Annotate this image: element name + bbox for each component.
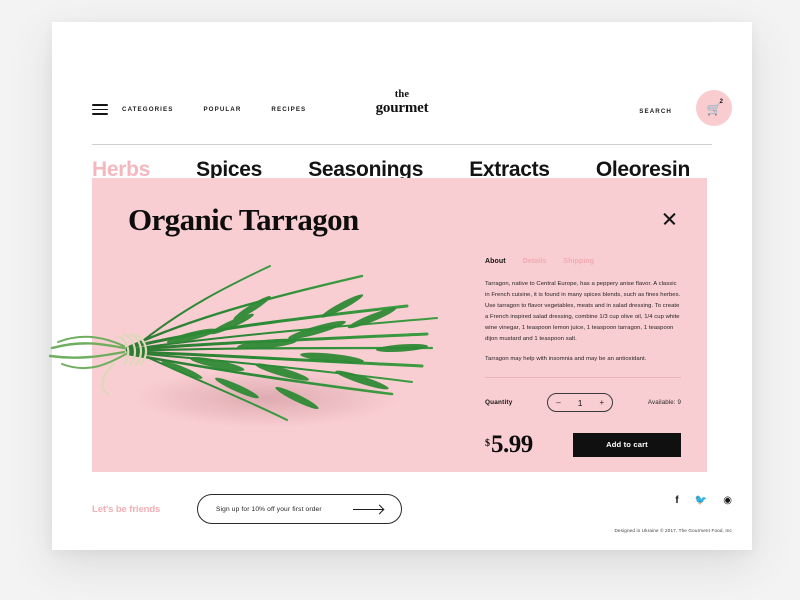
header-divider [92, 144, 712, 145]
social-links: 𝐟 🐦 ◉ [675, 496, 732, 506]
product-panel: Organic Tarragon About Details Shipping … [48, 178, 707, 472]
description-paragraph: Tarragon may help with insomnia and may … [485, 355, 647, 362]
product-page-card: CATEGORIES POPULAR RECIPES the gourmet S… [48, 22, 752, 550]
copyright-text: Designed in Ukraine © 2017, The Gourment… [614, 528, 732, 533]
quantity-label: Quantity [485, 399, 513, 407]
description-paragraph: Tarragon, native to Central Europe, has … [485, 281, 681, 342]
search-button[interactable]: SEARCH [639, 108, 672, 115]
tab-about[interactable]: About [485, 258, 506, 265]
quantity-increment-button[interactable]: + [600, 398, 605, 407]
quantity-decrement-button[interactable]: – [556, 398, 560, 407]
cart-button[interactable]: 🛒 2 [696, 90, 732, 126]
quantity-row: Quantity – 1 + Available: 9 [485, 393, 681, 413]
quantity-value: 1 [577, 397, 583, 408]
product-info: About Details Shipping Tarragon, native … [485, 258, 681, 457]
site-footer: Let's be friends Sign up for 10% off you… [52, 488, 752, 550]
newsletter-input-placeholder[interactable]: Sign up for 10% off your first order [216, 506, 322, 513]
newsletter-signup[interactable]: Sign up for 10% off your first order [197, 494, 402, 524]
cart-count-badge: 2 [719, 99, 723, 105]
twitter-icon[interactable]: 🐦 [695, 496, 707, 506]
tab-details[interactable]: Details [523, 258, 547, 265]
screen: CATEGORIES POPULAR RECIPES the gourmet S… [0, 0, 800, 600]
product-detail-tabs: About Details Shipping [485, 258, 681, 265]
instagram-icon[interactable]: ◉ [723, 496, 732, 506]
product-image-tarragon [32, 248, 452, 448]
price-currency: $ [485, 438, 490, 450]
facebook-icon[interactable]: 𝐟 [675, 496, 678, 506]
product-price: $5.99 [485, 432, 533, 457]
product-description: Tarragon, native to Central Europe, has … [485, 279, 681, 364]
close-icon[interactable] [661, 210, 679, 228]
add-to-cart-button[interactable]: Add to cart [573, 432, 681, 457]
price-amount: 5.99 [491, 431, 533, 459]
site-header: CATEGORIES POPULAR RECIPES the gourmet S… [52, 22, 752, 145]
newsletter-heading: Let's be friends [92, 504, 161, 515]
page-title: Organic Tarragon [128, 202, 359, 237]
info-divider [485, 377, 681, 379]
quantity-stepper[interactable]: – 1 + [547, 393, 614, 413]
availability-text: Available: 9 [647, 399, 681, 407]
purchase-row: $5.99 Add to cart [485, 432, 681, 457]
arrow-right-icon[interactable] [353, 508, 383, 510]
tab-shipping[interactable]: Shipping [563, 258, 594, 265]
